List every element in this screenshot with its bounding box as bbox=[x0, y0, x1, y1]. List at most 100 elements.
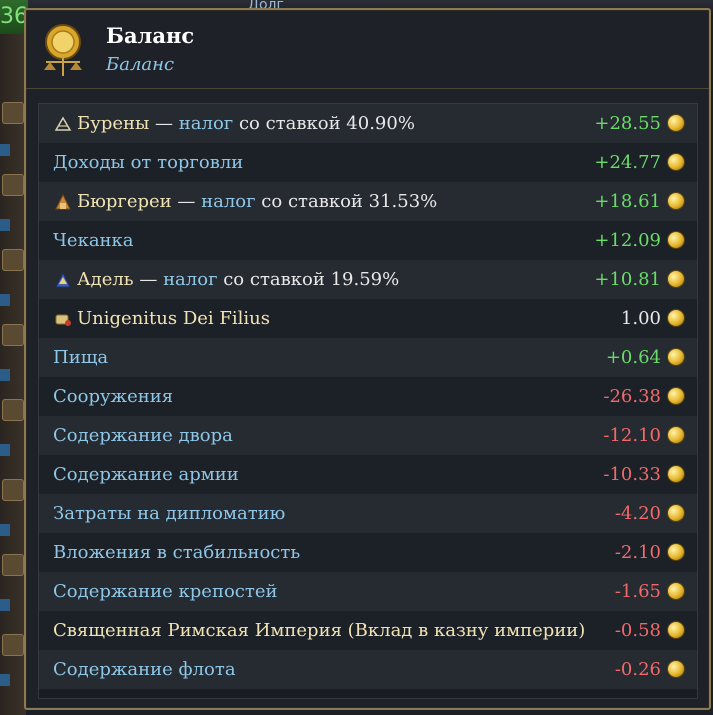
balance-row-text: Содержание армии bbox=[53, 464, 239, 485]
balance-row-text: — bbox=[133, 269, 164, 290]
balance-row-text[interactable]: налог bbox=[163, 269, 217, 290]
balance-row-text: Содержание флота bbox=[53, 659, 236, 680]
balance-row[interactable]: Затраты на дипломатию -4.20 bbox=[39, 494, 697, 533]
burgher-icon bbox=[53, 192, 73, 212]
balance-row-text: — bbox=[149, 113, 179, 134]
panel-icon[interactable] bbox=[2, 174, 24, 196]
balance-row-text: Бюргереи bbox=[77, 191, 172, 212]
panel-icon[interactable] bbox=[2, 102, 24, 124]
panel-bar bbox=[0, 294, 10, 306]
balance-row-value: -0.26 bbox=[614, 659, 661, 680]
gold-coin-icon bbox=[668, 349, 684, 365]
balance-row[interactable]: Священная Римская Империя (Вклад в казну… bbox=[39, 611, 697, 650]
balance-row-text: Бурены bbox=[77, 113, 150, 134]
balance-row[interactable]: Содержание флота -0.26 bbox=[39, 650, 697, 689]
balance-row[interactable]: Содержание крепостей -1.65 bbox=[39, 572, 697, 611]
balance-row[interactable]: Бурены — налог со ставкой 40.90% +28.55 bbox=[39, 104, 697, 143]
balance-row[interactable]: Чеканка +12.09 bbox=[39, 221, 697, 260]
balance-row-label: Содержание крепостей bbox=[53, 581, 277, 602]
papal-bull-icon bbox=[53, 309, 73, 329]
balance-row[interactable]: Сооружения -26.38 bbox=[39, 377, 697, 416]
gold-coin-icon bbox=[668, 115, 684, 131]
balance-row-label: Бурены — налог со ставкой 40.90% bbox=[53, 113, 415, 134]
balance-row[interactable]: Содержание двора -12.10 bbox=[39, 416, 697, 455]
balance-row[interactable]: Содержание армии -10.33 bbox=[39, 455, 697, 494]
balance-row-value: +28.55 bbox=[594, 113, 661, 134]
balance-row-value: -4.20 bbox=[614, 503, 661, 524]
gold-coin-icon bbox=[668, 427, 684, 443]
balance-row-value: -2.10 bbox=[614, 542, 661, 563]
balance-row-label: Священная Римская Империя (Вклад в казну… bbox=[53, 620, 585, 641]
gold-coin-icon bbox=[668, 466, 684, 482]
balance-row-label: Содержание армии bbox=[53, 464, 239, 485]
gold-coin-icon bbox=[668, 505, 684, 521]
gold-coin-icon bbox=[668, 388, 684, 404]
panel-icon[interactable] bbox=[2, 554, 24, 576]
balance-row-text: Чеканка bbox=[53, 230, 134, 251]
panel-bar bbox=[0, 369, 10, 381]
panel-icon[interactable] bbox=[2, 634, 24, 656]
balance-row-text: Пища bbox=[53, 347, 109, 368]
balance-row[interactable]: Пища +0.64 bbox=[39, 338, 697, 377]
gold-coin-icon bbox=[668, 193, 684, 209]
panel-icon[interactable] bbox=[2, 249, 24, 271]
balance-row-text: Священная Римская Империя (Вклад в казну… bbox=[53, 620, 586, 641]
balance-row-label: Бюргереи — налог со ставкой 31.53% bbox=[53, 191, 437, 212]
gold-coin-icon bbox=[668, 154, 684, 170]
panel-icon[interactable] bbox=[2, 479, 24, 501]
gold-coin-icon bbox=[668, 232, 684, 248]
balance-row-value: +10.81 bbox=[594, 269, 661, 290]
balance-row[interactable]: Бюргереи — налог со ставкой 31.53% +18.61 bbox=[39, 182, 697, 221]
balance-row-text: Сооружения bbox=[53, 386, 174, 407]
gold-coin-icon bbox=[668, 661, 684, 677]
balance-row-text: Unigenitus Dei Filius bbox=[77, 308, 270, 329]
panel-icon[interactable] bbox=[2, 324, 24, 346]
balance-row-label: Затраты на дипломатию bbox=[53, 503, 285, 524]
balance-row[interactable]: Доходы от торговли +24.77 bbox=[39, 143, 697, 182]
balance-row[interactable]: Вложения в стабильность -2.10 bbox=[39, 533, 697, 572]
balance-row-text: Адель bbox=[77, 269, 134, 290]
balance-tooltip: Баланс Баланс Бурены — налог со ставкой … bbox=[24, 8, 711, 710]
balance-row-text: со ставкой 31.53% bbox=[255, 191, 438, 212]
left-panel bbox=[0, 34, 26, 715]
panel-bar bbox=[0, 599, 10, 611]
gold-coin-icon bbox=[668, 310, 684, 326]
balance-row-text: Затраты на дипломатию bbox=[53, 503, 286, 524]
balance-row-value: +24.77 bbox=[594, 152, 661, 173]
balance-row-label: Чеканка bbox=[53, 230, 134, 251]
balance-row-value: -26.38 bbox=[603, 386, 661, 407]
balance-row-label: Адель — налог со ставкой 19.59% bbox=[53, 269, 399, 290]
panel-bar bbox=[0, 524, 10, 536]
gold-coin-icon bbox=[668, 544, 684, 560]
treasury-scales-icon bbox=[44, 24, 82, 76]
panel-bar bbox=[0, 674, 10, 686]
balance-row-label: Unigenitus Dei Filius bbox=[53, 308, 270, 329]
panel-bar bbox=[0, 219, 10, 231]
balance-row-label: Сооружения bbox=[53, 386, 173, 407]
balance-row-label: Содержание флота bbox=[53, 659, 236, 680]
balance-row-value: -10.33 bbox=[603, 464, 661, 485]
tooltip-header: Баланс Баланс bbox=[26, 10, 709, 89]
balance-row-value: +0.64 bbox=[605, 347, 661, 368]
tooltip-title: Баланс bbox=[106, 23, 195, 48]
panel-bar bbox=[0, 444, 10, 456]
balance-row-value: -0.58 bbox=[614, 620, 661, 641]
balance-row-text[interactable]: налог bbox=[179, 113, 233, 134]
balance-row[interactable]: Адель — налог со ставкой 19.59% +10.81 bbox=[39, 260, 697, 299]
panel-bar bbox=[0, 144, 10, 156]
balance-row-text: Вложения в стабильность bbox=[53, 542, 301, 563]
nobility-icon bbox=[53, 270, 73, 290]
balance-row-text: Содержание крепостей bbox=[53, 581, 278, 602]
balance-list: Бурены — налог со ставкой 40.90% +28.55 До… bbox=[38, 103, 698, 699]
balance-row-value: -1.65 bbox=[614, 581, 661, 602]
balance-row-text: Доходы от торговли bbox=[53, 152, 244, 173]
balance-row-label: Доходы от торговли bbox=[53, 152, 243, 173]
tooltip-subtitle: Баланс bbox=[106, 54, 175, 75]
balance-row-text: — bbox=[171, 191, 202, 212]
balance-row-label: Пища bbox=[53, 347, 108, 368]
balance-row-value: +12.09 bbox=[594, 230, 661, 251]
balance-row-text[interactable]: налог bbox=[201, 191, 255, 212]
panel-icon[interactable] bbox=[2, 399, 24, 421]
balance-row[interactable]: Unigenitus Dei Filius 1.00 bbox=[39, 299, 697, 338]
balance-row-text: со ставкой 40.90% bbox=[233, 113, 415, 134]
